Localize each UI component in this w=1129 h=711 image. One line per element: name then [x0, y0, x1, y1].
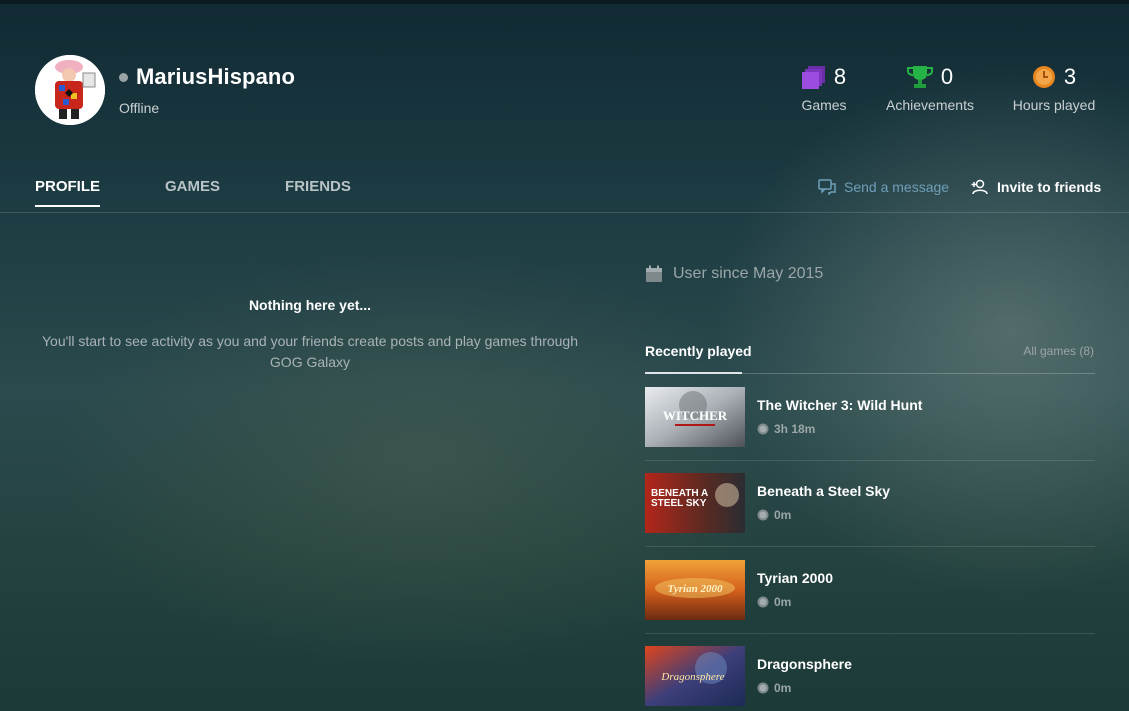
recently-played-underline: [645, 372, 742, 374]
recent-game-item[interactable]: BENEATH A STEEL SKY Beneath a Steel Sky …: [645, 473, 1095, 547]
game-title: The Witcher 3: Wild Hunt: [757, 397, 923, 413]
game-cover: WITCHER: [645, 387, 745, 447]
achievements-stat[interactable]: 0 Achievements: [884, 62, 976, 113]
username-row: MariusHispano: [119, 64, 295, 90]
tabs-divider: [0, 212, 1129, 213]
games-stat[interactable]: 8 Games: [798, 62, 850, 113]
hours-count: 3: [1063, 64, 1077, 89]
row-divider: [645, 633, 1095, 634]
playtime-clock-icon: [757, 423, 769, 435]
game-cover-text: WITCHER: [663, 408, 728, 423]
game-cover-text: Tyrian 2000: [668, 583, 723, 595]
game-cover-text: BENEATH A STEEL SKY: [651, 489, 708, 509]
achievements-count: 0: [940, 64, 954, 89]
calendar-icon: [646, 265, 662, 282]
add-friend-icon: [971, 179, 988, 195]
game-title: Tyrian 2000: [757, 570, 834, 586]
profile-tabs: PROFILE GAMES FRIENDS: [35, 178, 416, 207]
message-icon: [818, 179, 836, 195]
game-playtime: 0m: [757, 508, 791, 522]
clock-icon: [1032, 66, 1055, 88]
tab-profile[interactable]: PROFILE: [35, 178, 101, 207]
game-playtime-value: 0m: [774, 595, 792, 609]
user-since-text: User since May 2015: [673, 265, 824, 282]
tab-friends[interactable]: FRIENDS: [285, 178, 351, 205]
recently-played-title: Recently played: [645, 343, 752, 359]
invite-to-friends-button[interactable]: Invite to friends: [971, 179, 1101, 195]
playtime-clock-icon: [757, 596, 769, 608]
games-count: 8: [833, 64, 847, 89]
game-title: Dragonsphere: [757, 656, 852, 672]
tab-games[interactable]: GAMES: [165, 178, 220, 205]
send-message-label: Send a message: [844, 179, 950, 195]
status-dot: [119, 72, 128, 82]
status-text: Offline: [119, 100, 160, 116]
game-playtime: 0m: [757, 595, 791, 609]
games-icon: [801, 66, 825, 89]
game-playtime-value: 0m: [774, 508, 792, 522]
hours-label: Hours played: [1012, 97, 1096, 113]
empty-feed-text: You'll start to see activity as you and …: [41, 333, 578, 370]
invite-label: Invite to friends: [997, 179, 1102, 195]
recent-game-item[interactable]: Dragonsphere Dragonsphere 0m: [645, 646, 1095, 706]
row-divider: [645, 546, 1095, 547]
achievements-label: Achievements: [886, 97, 974, 113]
game-playtime-value: 3h 18m: [774, 422, 816, 436]
avatar[interactable]: [35, 55, 105, 125]
recent-game-item[interactable]: Tyrian 2000 Tyrian 2000 0m: [645, 560, 1095, 634]
game-cover-text: Dragonsphere: [660, 671, 724, 683]
games-label: Games: [801, 97, 847, 113]
row-divider: [645, 460, 1095, 461]
top-bar: [0, 0, 1129, 4]
game-playtime-value: 0m: [774, 681, 792, 695]
username: MariusHispano: [136, 64, 295, 89]
game-cover: Dragonsphere: [645, 646, 745, 706]
game-cover: Tyrian 2000: [645, 560, 745, 620]
all-games-link[interactable]: All games (8): [1023, 344, 1094, 358]
empty-feed-title: Nothing here yet...: [248, 297, 372, 313]
user-since: User since May 2015: [645, 265, 823, 283]
recent-game-item[interactable]: WITCHER The Witcher 3: Wild Hunt 3h 18m: [645, 387, 1095, 461]
trophy-icon: [906, 66, 933, 88]
game-playtime: 3h 18m: [757, 422, 815, 436]
send-message-button[interactable]: Send a message: [818, 179, 949, 195]
game-cover: BENEATH A STEEL SKY: [645, 473, 745, 533]
hours-stat[interactable]: 3 Hours played: [1010, 62, 1098, 113]
playtime-clock-icon: [757, 682, 769, 694]
playtime-clock-icon: [757, 509, 769, 521]
game-title: Beneath a Steel Sky: [757, 483, 891, 499]
game-playtime: 0m: [757, 681, 791, 695]
